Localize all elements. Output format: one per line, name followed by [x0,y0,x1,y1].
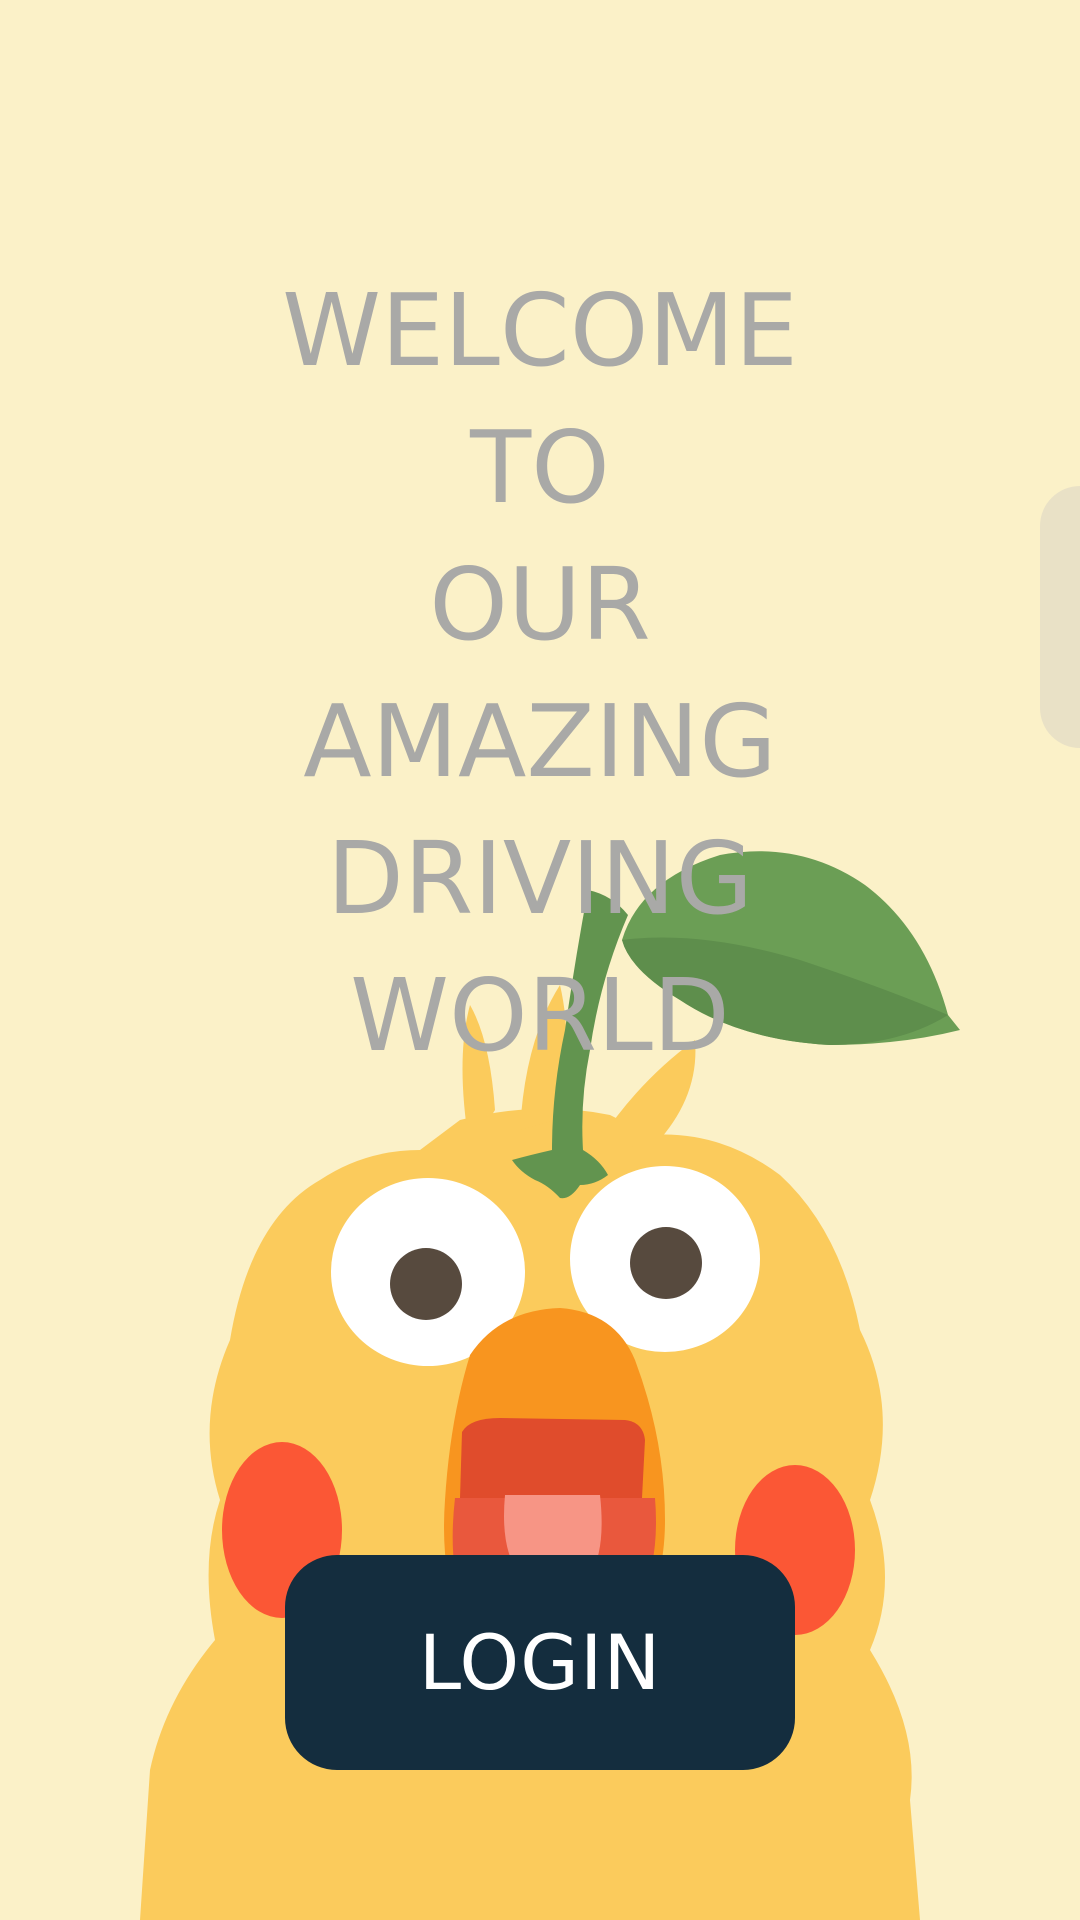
welcome-line-6: WORLD [350,957,730,1074]
right-pupil [630,1227,702,1299]
left-pupil [390,1248,462,1320]
welcome-heading: WELCOME TO OUR AMAZING DRIVING WORLD [0,262,1080,1084]
login-button-label: LOGIN [418,1618,662,1707]
welcome-line-1: WELCOME [282,272,798,389]
welcome-line-3: OUR [429,546,651,663]
welcome-line-4: AMAZING [303,683,777,800]
welcome-line-2: TO [470,409,610,526]
welcome-line-5: DRIVING [326,820,754,937]
login-button[interactable]: LOGIN [285,1555,795,1770]
